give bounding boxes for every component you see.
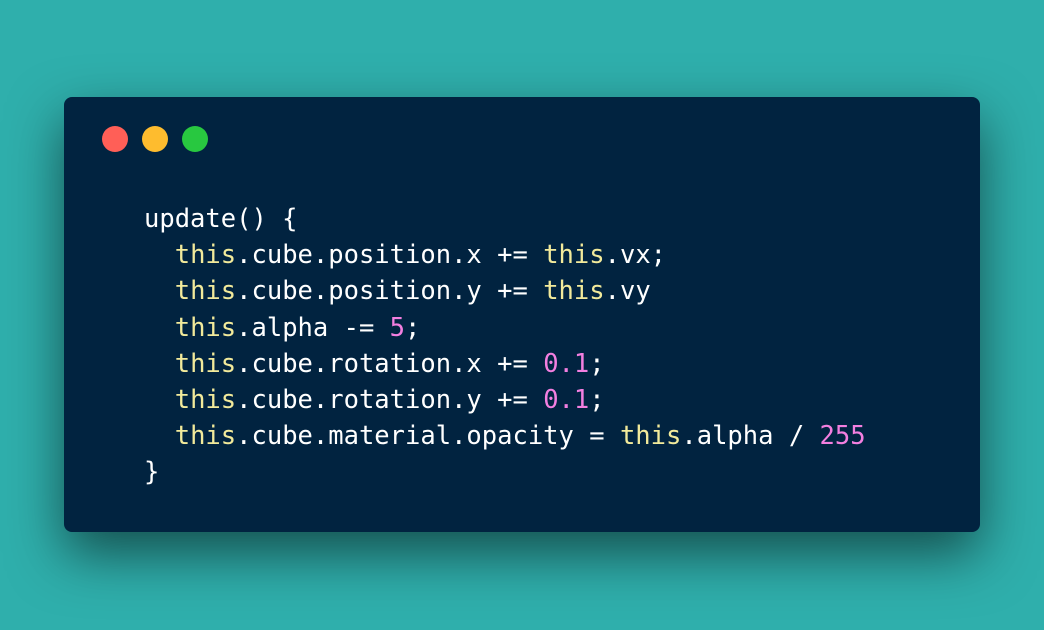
window-controls bbox=[102, 126, 208, 152]
code-token-keyword: this bbox=[174, 348, 237, 379]
code-token-keyword: this bbox=[174, 384, 237, 415]
code-token-plain: .cube.material.opacity = bbox=[236, 421, 620, 452]
code-token-plain: .cube.rotation.x += bbox=[236, 348, 544, 379]
code-token-plain: .vx; bbox=[604, 240, 667, 271]
code-line: this.cube.position.x += this.vx; bbox=[144, 237, 866, 273]
code-line: } bbox=[144, 454, 866, 490]
code-token-keyword: this bbox=[619, 421, 682, 452]
code-token-plain: } bbox=[144, 457, 160, 488]
code-token-number: 0.1 bbox=[543, 384, 590, 415]
code-token-number: 5 bbox=[389, 312, 406, 343]
code-token-plain: .cube.position.y += bbox=[236, 276, 544, 307]
code-token-keyword: this bbox=[174, 240, 237, 271]
code-token-keyword: this bbox=[543, 276, 605, 307]
code-block: update() { this.cube.position.x += this.… bbox=[144, 201, 866, 491]
code-line: this.alpha -= 5; bbox=[144, 310, 866, 346]
code-token-plain: ; bbox=[589, 348, 605, 379]
code-window: update() { this.cube.position.x += this.… bbox=[64, 97, 980, 532]
code-line: this.cube.rotation.x += 0.1; bbox=[144, 346, 866, 382]
code-token-plain: ; bbox=[405, 312, 421, 343]
code-token-number: 0.1 bbox=[543, 348, 590, 379]
code-line: this.cube.rotation.y += 0.1; bbox=[144, 382, 866, 418]
code-token-plain: .cube.rotation.y += bbox=[236, 384, 544, 415]
code-token-plain: .vy bbox=[604, 276, 651, 307]
code-token-plain: .alpha -= bbox=[236, 312, 390, 343]
code-token-plain: .alpha / bbox=[681, 421, 820, 452]
code-token-keyword: this bbox=[174, 421, 237, 452]
code-line: this.cube.material.opacity = this.alpha … bbox=[144, 418, 866, 454]
code-token-keyword: this bbox=[174, 312, 237, 343]
code-line: this.cube.position.y += this.vy bbox=[144, 273, 866, 309]
code-token-plain: .cube.position.x += bbox=[236, 240, 544, 271]
code-token-plain: update() { bbox=[144, 204, 298, 234]
code-token-keyword: this bbox=[543, 240, 605, 271]
code-token-plain: ; bbox=[589, 384, 605, 415]
code-token-number: 255 bbox=[819, 421, 866, 452]
close-button bbox=[102, 126, 128, 152]
code-token-keyword: this bbox=[174, 276, 237, 307]
code-line: update() { bbox=[144, 201, 866, 237]
minimize-button bbox=[142, 126, 168, 152]
maximize-button bbox=[182, 126, 208, 152]
